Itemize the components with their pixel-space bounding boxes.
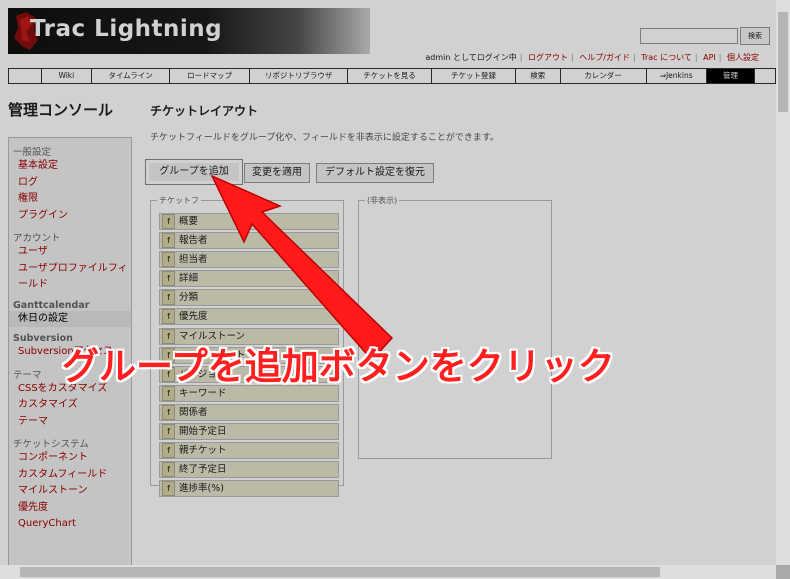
annotation-text: グループを追加ボタンをクリック xyxy=(62,345,615,388)
annotation-arrow-icon xyxy=(210,174,394,362)
